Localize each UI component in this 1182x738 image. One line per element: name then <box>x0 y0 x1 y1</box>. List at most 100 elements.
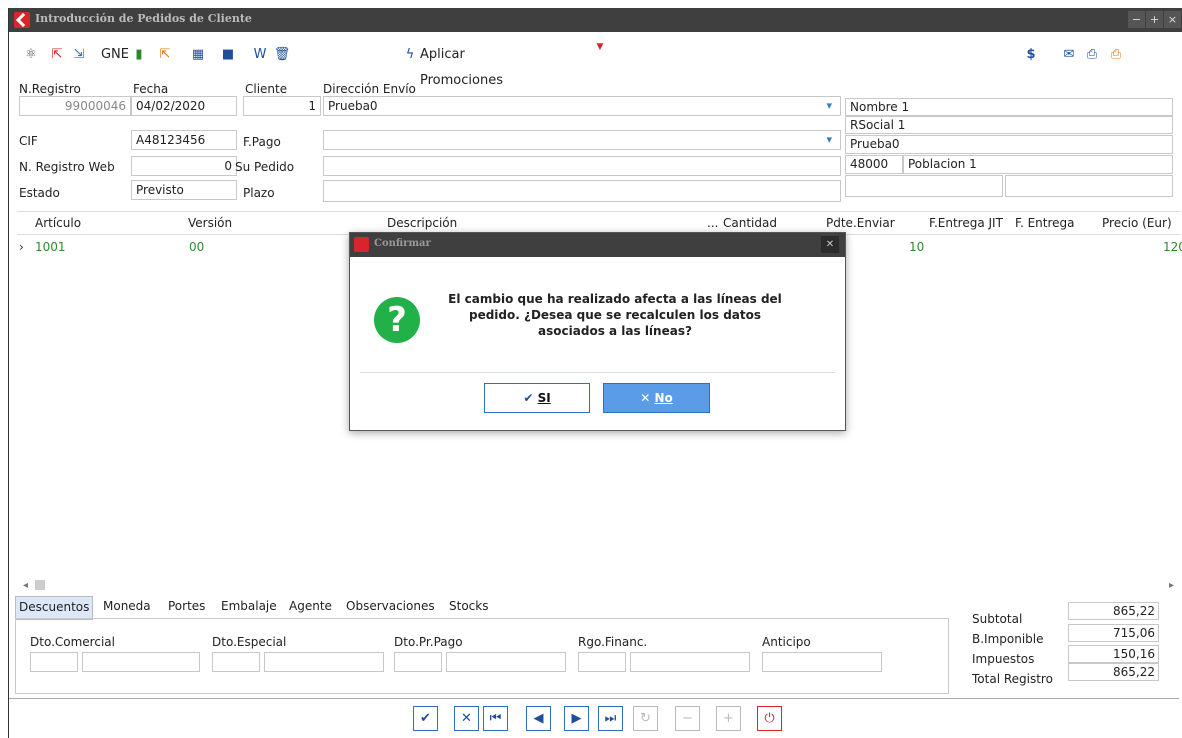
grid-icon[interactable]: ▦ <box>189 42 207 68</box>
scroll-right-icon[interactable]: ▸ <box>1169 580 1174 591</box>
nregistro-field[interactable]: 99000046 <box>19 96 131 116</box>
dto-prpago-amount[interactable] <box>446 652 566 672</box>
dropdown-marker-icon: ▼ <box>596 42 604 52</box>
plazo-field[interactable] <box>323 180 841 202</box>
tab-embalaje[interactable]: Embalaje <box>221 596 277 618</box>
dialog-logo-icon <box>354 237 369 252</box>
subtotal-value: 865,22 <box>1068 602 1159 620</box>
title-bar: Introducción de Pedidos de Cliente − + × <box>9 8 1182 32</box>
print-icon[interactable]: ⎙ <box>1084 42 1100 68</box>
cell-version[interactable]: 00 <box>189 237 204 257</box>
last-record-button[interactable]: ⏭ <box>598 706 623 731</box>
col-version[interactable]: Versión <box>188 212 232 234</box>
dto-comercial-amount[interactable] <box>82 652 200 672</box>
word-icon[interactable]: W <box>251 42 269 68</box>
question-icon: ? <box>374 297 420 343</box>
su-pedido-field[interactable] <box>323 156 841 176</box>
cell-pdte-enviar[interactable]: 10 <box>909 237 924 257</box>
dto-comercial-pct[interactable] <box>30 652 78 672</box>
cell-articulo[interactable]: 1001 <box>35 237 66 257</box>
minimize-button[interactable]: − <box>1128 11 1145 28</box>
col-articulo[interactable]: Artículo <box>35 212 81 234</box>
estado-field[interactable]: Previsto <box>131 180 237 200</box>
print-orange-icon[interactable]: ⎙ <box>1108 42 1124 68</box>
cif-field[interactable]: A48123456 <box>131 130 237 150</box>
row-selector-icon: › <box>19 240 24 254</box>
extra-field-1[interactable] <box>845 175 1003 197</box>
rsocial-field[interactable]: RSocial 1 <box>845 116 1173 134</box>
scroll-left-icon[interactable]: ◂ <box>23 580 28 591</box>
tab-agente[interactable]: Agente <box>289 596 332 618</box>
rgo-financ-pct[interactable] <box>578 652 626 672</box>
tab-portes[interactable]: Portes <box>168 596 205 618</box>
window-title: Introducción de Pedidos de Cliente <box>35 12 252 25</box>
export-red-icon[interactable]: ⇱ <box>48 42 66 68</box>
tab-moneda[interactable]: Moneda <box>103 596 151 618</box>
yes-button[interactable]: ✔ SI <box>484 383 590 413</box>
direccion2-field[interactable]: Prueba0 <box>845 135 1173 154</box>
mail-icon[interactable]: ✉ <box>1061 42 1077 68</box>
fecha-field[interactable]: 04/02/2020 <box>131 96 237 116</box>
trash-icon[interactable]: 🗑 <box>273 42 291 68</box>
confirm-button[interactable]: ✔ <box>413 706 438 731</box>
cliente-field[interactable]: 1 <box>243 96 321 116</box>
dto-prpago-pct[interactable] <box>394 652 442 672</box>
close-button[interactable]: × <box>1164 11 1181 28</box>
rgo-financ-label: Rgo.Financ. <box>578 635 648 649</box>
nregistro-label: N.Registro <box>19 82 81 96</box>
anticipo-field[interactable] <box>762 652 882 672</box>
maximize-button[interactable]: + <box>1146 11 1163 28</box>
copy-icon[interactable]: ■ <box>219 42 237 68</box>
impuestos-value: 150,16 <box>1068 645 1159 663</box>
cp-field[interactable]: 48000 <box>845 155 903 174</box>
col-cantidad[interactable]: Cantidad <box>723 212 777 234</box>
import-icon[interactable]: ⇱ <box>156 42 174 68</box>
dialog-separator <box>360 372 835 373</box>
dollar-icon[interactable]: $ <box>1024 42 1038 68</box>
col-precio[interactable]: Precio (Eur) <box>1102 212 1172 234</box>
col-pdte-enviar[interactable]: Pdte.Enviar <box>826 212 895 234</box>
tab-descuentos[interactable]: Descuentos <box>15 596 94 620</box>
extra-field-2[interactable] <box>1005 175 1173 197</box>
dialog-close-button[interactable]: ✕ <box>821 236 839 253</box>
cif-label: CIF <box>19 134 38 148</box>
col-f-entrega[interactable]: F. Entrega <box>1015 212 1075 234</box>
no-button[interactable]: ✕ No <box>603 383 710 413</box>
total-registro-value: 865,22 <box>1068 663 1159 681</box>
col-f-entrega-jit[interactable]: F.Entrega JIT <box>929 212 1003 234</box>
nombre-field[interactable]: Nombre 1 <box>845 98 1173 116</box>
direccion-envio-select[interactable]: Prueba0 <box>323 96 841 116</box>
share-icon[interactable]: ⇲ <box>70 42 88 68</box>
cell-precio[interactable]: 120 <box>1163 237 1182 257</box>
col-descripcion[interactable]: Descripción <box>387 212 457 234</box>
delete-record-button[interactable]: − <box>675 706 700 731</box>
fecha-label: Fecha <box>133 82 169 96</box>
direccion-envio-label: Dirección Envío <box>323 82 416 96</box>
col-more[interactable]: ... <box>707 212 718 234</box>
power-button[interactable]: ⏻ <box>757 706 782 731</box>
cancel-button[interactable]: ✕ <box>454 706 479 731</box>
traffic-light-icon[interactable]: ▮ <box>132 42 146 68</box>
aplicar-promociones-button[interactable]: Aplicar Promociones <box>420 42 550 88</box>
dto-especial-amount[interactable] <box>264 652 384 672</box>
subtotal-label: Subtotal <box>972 612 1023 626</box>
no-label: No <box>654 391 673 405</box>
rgo-financ-amount[interactable] <box>630 652 750 672</box>
poblacion-field[interactable]: Poblacion 1 <box>903 155 1173 174</box>
fpago-select[interactable] <box>323 130 841 150</box>
next-record-button[interactable]: ▶ <box>564 706 589 731</box>
tab-observaciones[interactable]: Observaciones <box>346 596 435 618</box>
bottom-divider <box>9 698 1179 699</box>
impuestos-label: Impuestos <box>972 652 1035 666</box>
refresh-button[interactable]: ↻ <box>633 706 658 731</box>
gne-button[interactable]: GNE <box>100 42 130 68</box>
dto-especial-pct[interactable] <box>212 652 260 672</box>
first-record-button[interactable]: ⏮ <box>483 706 508 731</box>
su-pedido-label: Su Pedido <box>235 160 295 174</box>
atom-icon[interactable]: ⚛ <box>22 42 40 68</box>
add-record-button[interactable]: + <box>716 706 741 731</box>
nregistro-web-field[interactable]: 0 <box>131 156 237 176</box>
previous-record-button[interactable]: ◀ <box>526 706 551 731</box>
tab-stocks[interactable]: Stocks <box>449 596 488 618</box>
horizontal-scrollbar-thumb[interactable] <box>35 580 45 590</box>
